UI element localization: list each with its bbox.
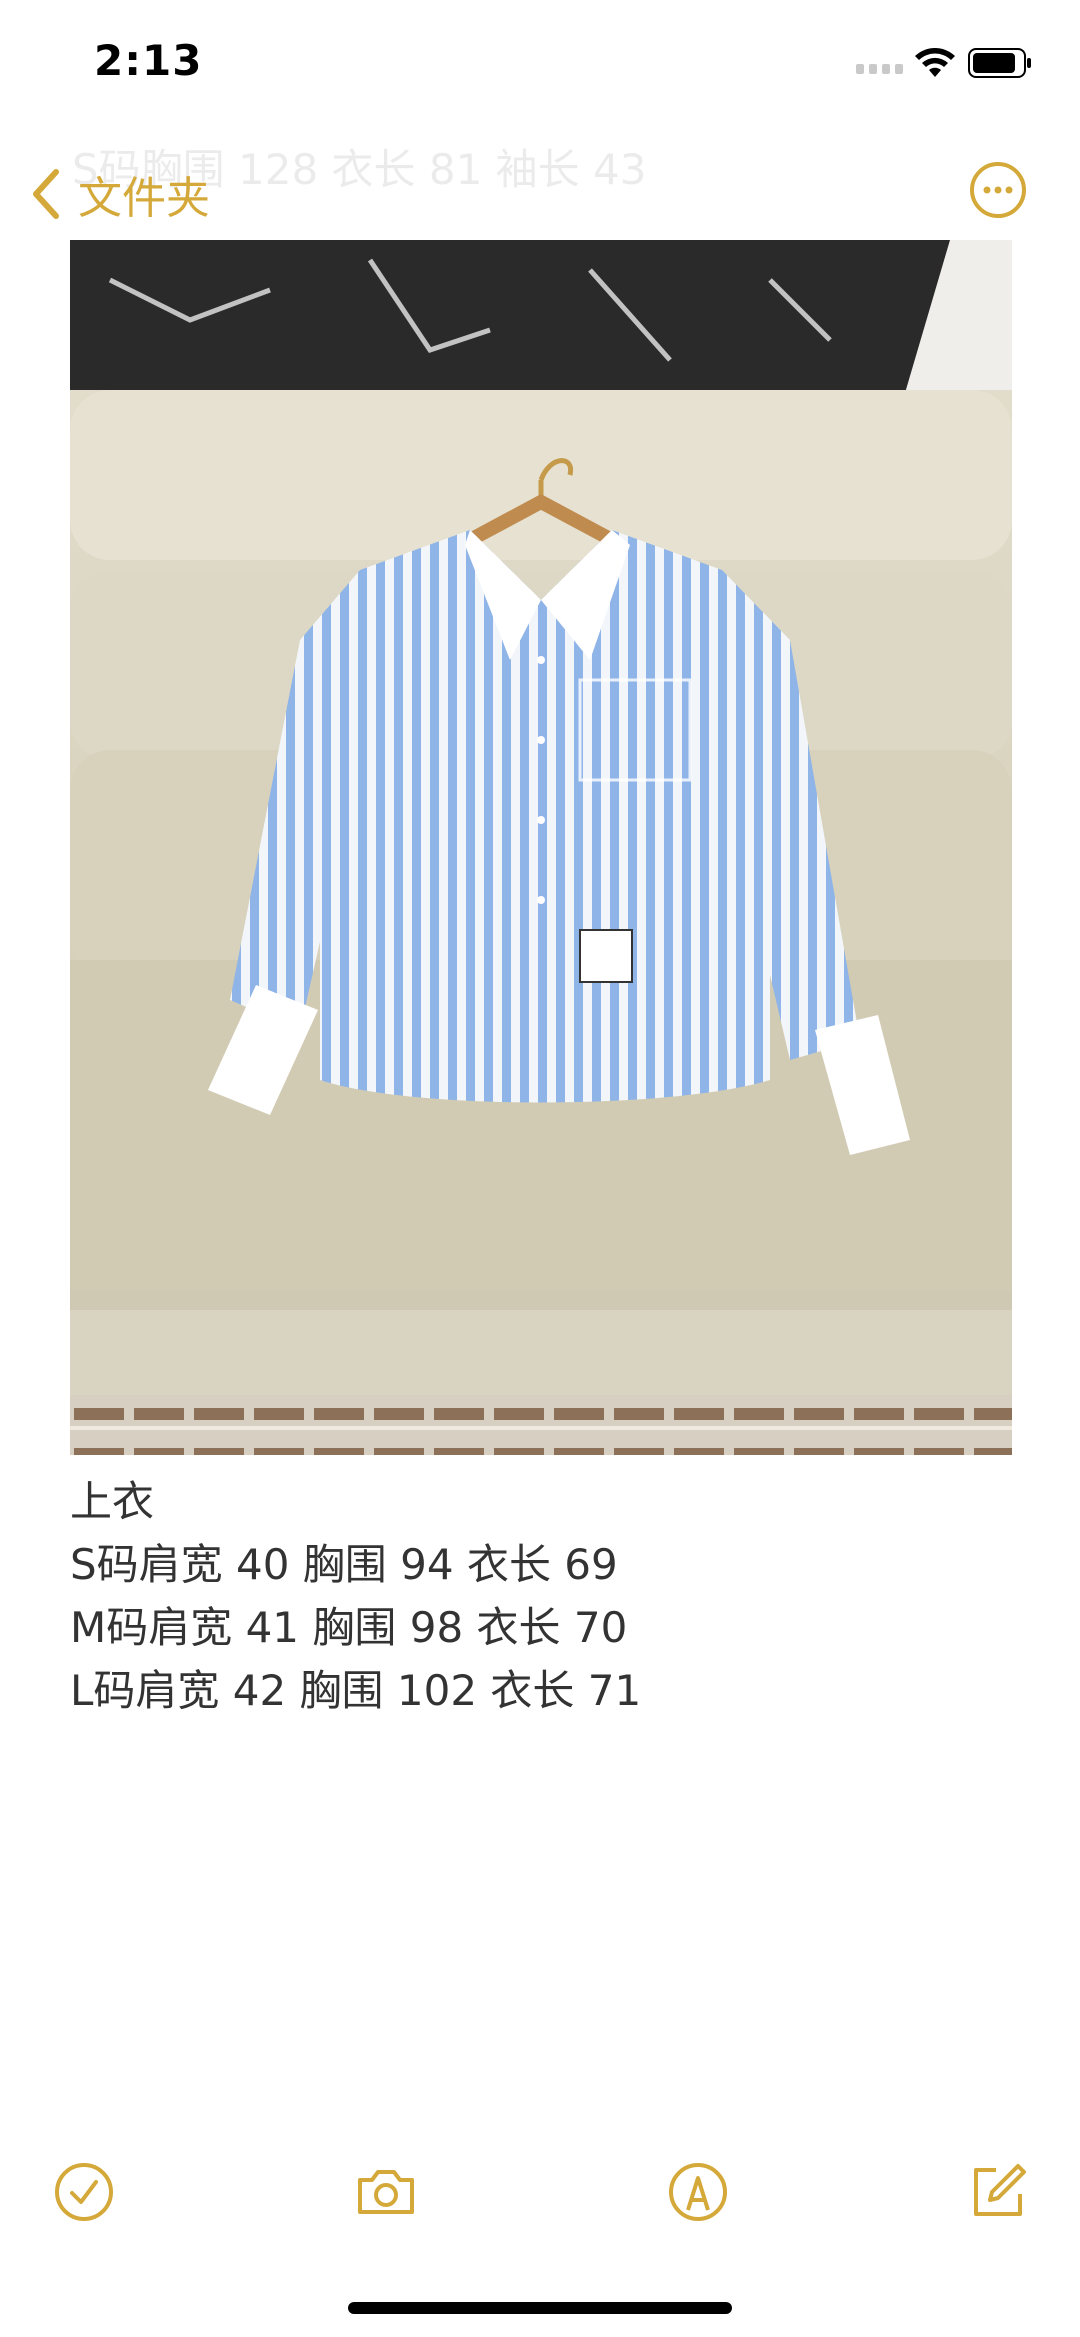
shirt-photo xyxy=(70,240,1012,1455)
cellular-signal-icon xyxy=(856,64,903,74)
status-time: 2:13 xyxy=(94,36,203,85)
checklist-icon[interactable] xyxy=(52,2160,116,2224)
markup-icon[interactable] xyxy=(666,2160,730,2224)
back-button[interactable]: 文件夹 xyxy=(28,162,210,226)
bottom-toolbar xyxy=(0,2150,1080,2250)
note-line: 上衣 xyxy=(70,1477,155,1526)
wifi-icon xyxy=(915,48,955,77)
home-indicator[interactable] xyxy=(348,2302,732,2314)
chevron-left-icon xyxy=(33,169,59,219)
back-label: 文件夹 xyxy=(78,173,210,224)
note-body[interactable]: 上衣 S码肩宽 40 胸围 94 衣长 69 M码肩宽 41 胸围 98 衣长 … xyxy=(70,1470,1010,1722)
note-line: M码肩宽 41 胸围 98 衣长 70 xyxy=(70,1603,628,1652)
compose-icon[interactable] xyxy=(966,2160,1030,2224)
ellipsis-circle-icon[interactable] xyxy=(968,160,1028,220)
battery-icon xyxy=(968,48,1031,78)
nav-bar: 文件夹 xyxy=(0,150,1080,250)
note-line: S码肩宽 40 胸围 94 衣长 69 xyxy=(70,1540,618,1589)
status-bar: 2:13 xyxy=(0,0,1080,130)
note-image[interactable] xyxy=(70,240,1012,1455)
camera-icon[interactable] xyxy=(354,2160,418,2224)
note-line: L码肩宽 42 胸围 102 衣长 71 xyxy=(70,1666,642,1715)
